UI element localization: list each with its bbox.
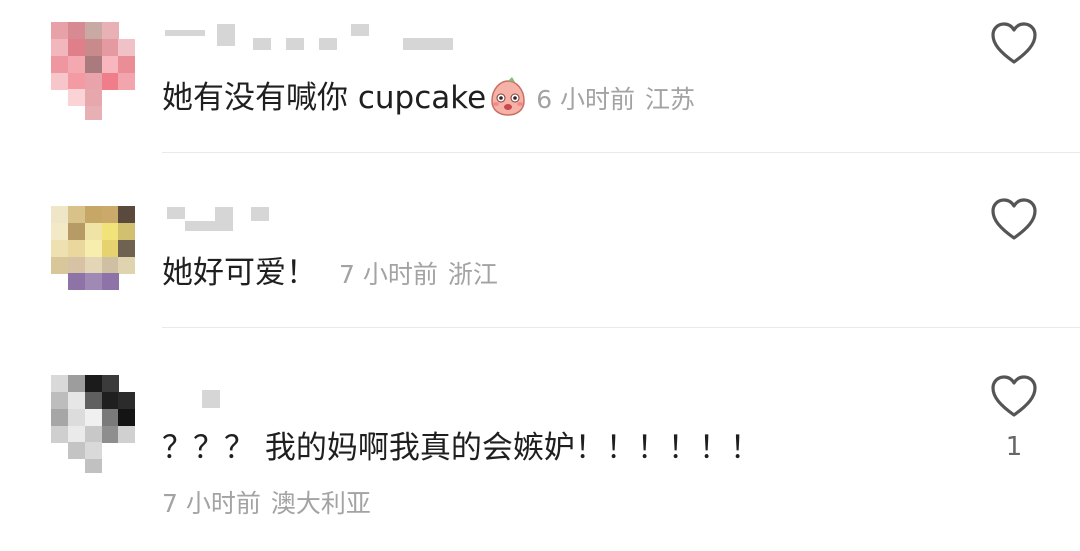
comment-time: 6 小时前 [536,85,636,114]
comment-meta: 7 小时前 澳大利亚 [162,484,371,524]
comment-text-content: ？？？ 我的妈啊我真的会嫉妒！！！！！！ [162,430,761,466]
comment-location: 澳大利亚 [270,489,371,518]
comment-meta: 6 小时前 江苏 [536,85,695,114]
comment-time: 7 小时前 [339,260,438,289]
comment-meta: 7 小时前 浙江 [339,260,498,289]
avatar[interactable] [51,375,135,473]
avatar[interactable] [51,206,135,290]
comment-item: 她有没有喊你 cupcake 6 小时前 江苏 [0,0,1080,152]
like-heart-icon[interactable] [990,197,1038,241]
comment-item: ？？？ 我的妈啊我真的会嫉妒！！！！！！ 7 小时前 澳大利亚 1 [0,328,1080,551]
comment-text: ？？？ 我的妈啊我真的会嫉妒！！！！！！ [162,428,761,468]
comment-location: 江苏 [645,85,696,114]
comment-time: 7 小时前 [162,489,261,518]
username[interactable] [165,390,220,410]
comment-location: 浙江 [447,260,498,289]
like-count: 1 [1005,432,1023,462]
comment-text-content: 她有没有喊你 cupcake [162,80,487,116]
comment-item: 她好可爱！ 7 小时前 浙江 [0,153,1080,327]
comment-text-content: 她好可爱！ [162,255,317,291]
comment-text: 她有没有喊你 cupcake 6 小时前 江苏 [162,76,695,120]
like-heart-icon[interactable] [990,374,1038,418]
username[interactable] [165,207,285,231]
blushing-face-emoji [488,76,528,117]
avatar[interactable] [51,22,135,120]
comment-text: 她好可爱！ 7 小时前 浙江 [162,253,498,295]
like-heart-icon[interactable] [990,21,1038,65]
username[interactable] [165,24,465,50]
